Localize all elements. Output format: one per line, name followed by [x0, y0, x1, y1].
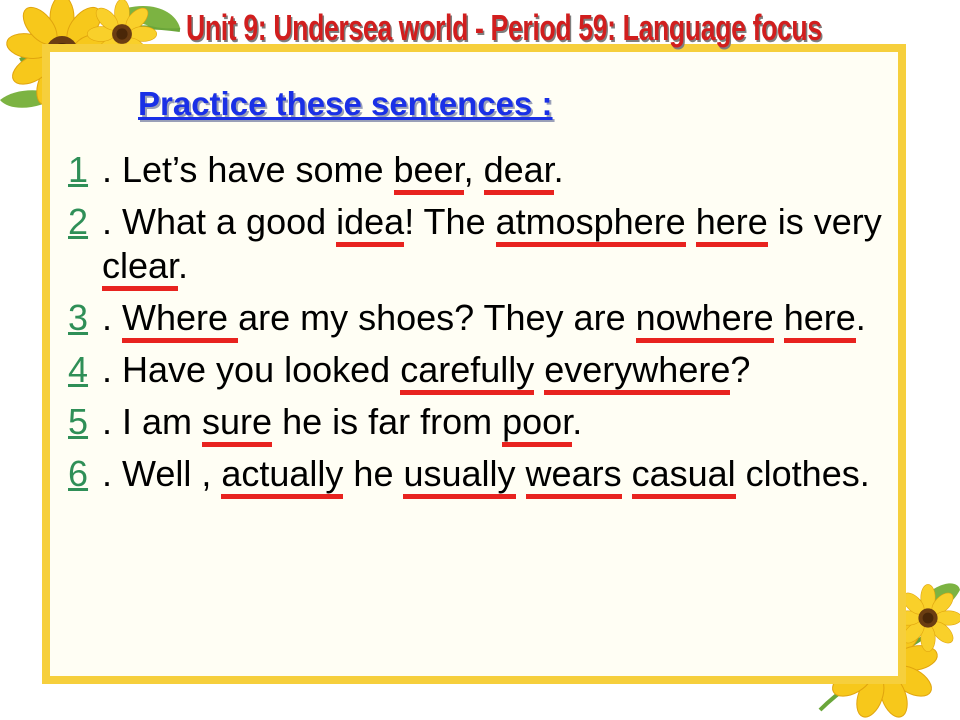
sentence-text — [516, 453, 526, 494]
sentence-number: 3 — [68, 297, 89, 338]
sentence-number: 4 — [68, 349, 89, 390]
underlined-word: wears — [525, 453, 622, 499]
sentence-text: . — [553, 149, 564, 190]
underlined-word: casual — [631, 453, 736, 499]
sentence-text: , — [463, 149, 484, 190]
underlined-word: nowhere — [635, 297, 774, 343]
sentence-text: . I am — [102, 401, 203, 442]
sentence-text: are my shoes? They are — [238, 297, 636, 338]
sentence-text: . — [855, 297, 866, 338]
underlined-word: everywhere — [544, 349, 731, 395]
underlined-word: here — [783, 297, 856, 343]
underlined-word: usually — [403, 453, 516, 499]
underlined-word: atmosphere — [495, 201, 686, 247]
sentence-number: 5 — [68, 401, 89, 442]
sentence-text: he is far from — [272, 401, 503, 442]
sentence-item: 1 . Let’s have some beer, dear. — [68, 148, 898, 195]
sentence-text: is very — [767, 201, 882, 242]
sentence-item: 3. Where are my shoes? They are nowhere … — [68, 296, 898, 343]
sentence-text: . What a good — [102, 201, 337, 242]
sentence-item: 2 . What a good idea! The atmosphere here… — [68, 200, 898, 291]
sentence-number: 1 — [68, 149, 89, 190]
underlined-word: actually — [221, 453, 344, 499]
sentence-text: ? — [730, 349, 751, 390]
underlined-word: carefully — [400, 349, 535, 395]
practice-heading: Practice these sentences : — [138, 85, 553, 122]
underlined-word: clear — [102, 245, 179, 291]
underlined-word: idea — [336, 201, 405, 247]
sentence-number: 6 — [68, 453, 89, 494]
sentence-text — [534, 349, 544, 390]
sentence-text: . Let’s have some — [102, 149, 394, 190]
sentence-text: . — [572, 401, 583, 442]
sentence-text: clothes. — [735, 453, 870, 494]
underlined-word: beer — [393, 149, 464, 195]
sentence-text: . Have you looked — [102, 349, 401, 390]
sentence-text: he — [343, 453, 404, 494]
unit-title: Unit 9: Undersea world - Period 59: Lang… — [186, 7, 822, 48]
sentence-text — [686, 201, 696, 242]
sentence-text: ! The — [404, 201, 496, 242]
underlined-word: Where — [122, 297, 239, 343]
sentence-list: 1 . Let’s have some beer, dear. 2 . What a… — [68, 148, 898, 504]
sentence-text — [774, 297, 784, 338]
underlined-word: here — [695, 201, 768, 247]
sentence-text: . — [178, 245, 189, 286]
sentence-text: . — [102, 297, 123, 338]
sentence-item: 5 . I am sure he is far from poor. — [68, 400, 898, 447]
sentence-text: . Well , — [102, 453, 222, 494]
sentence-item: 4 . Have you looked carefully everywhere? — [68, 348, 898, 395]
underlined-word: sure — [202, 401, 273, 447]
sentence-number: 2 — [68, 201, 89, 242]
sentence-item: 6 . Well , actually he usually wears casu… — [68, 452, 898, 499]
underlined-word: poor — [502, 401, 573, 447]
sentence-text — [622, 453, 632, 494]
underlined-word: dear — [483, 149, 554, 195]
